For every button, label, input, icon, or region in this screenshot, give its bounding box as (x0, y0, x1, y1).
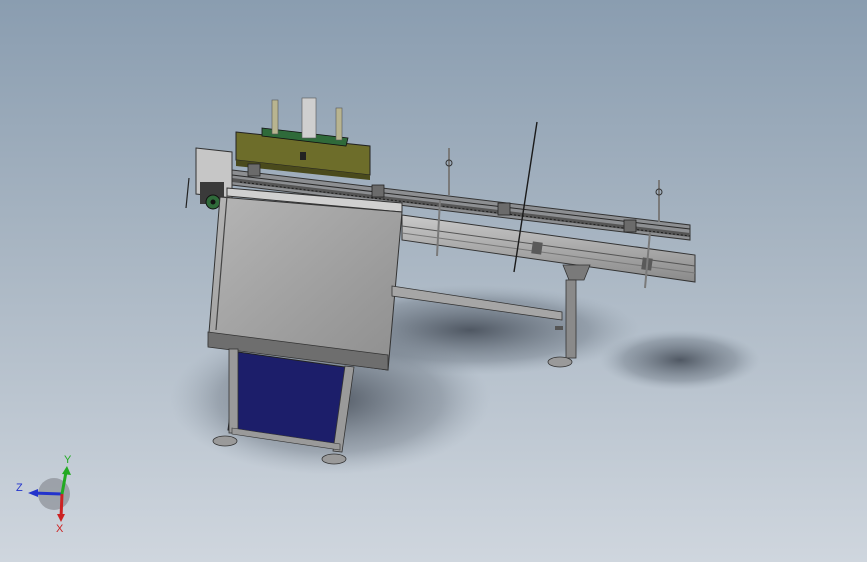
view-orientation-triad[interactable]: Y Z X (16, 454, 72, 535)
model-scene[interactable]: Y Z X (0, 0, 867, 562)
x-axis-head (57, 514, 65, 522)
cad-viewport[interactable]: Y Z X (0, 0, 867, 562)
z-axis-head (28, 489, 38, 497)
y-axis-label: Y (64, 454, 72, 466)
main-cabinet[interactable] (207, 187, 403, 371)
y-axis-head (62, 466, 71, 475)
x-axis-label: X (56, 523, 64, 535)
z-axis-label: Z (16, 482, 23, 494)
